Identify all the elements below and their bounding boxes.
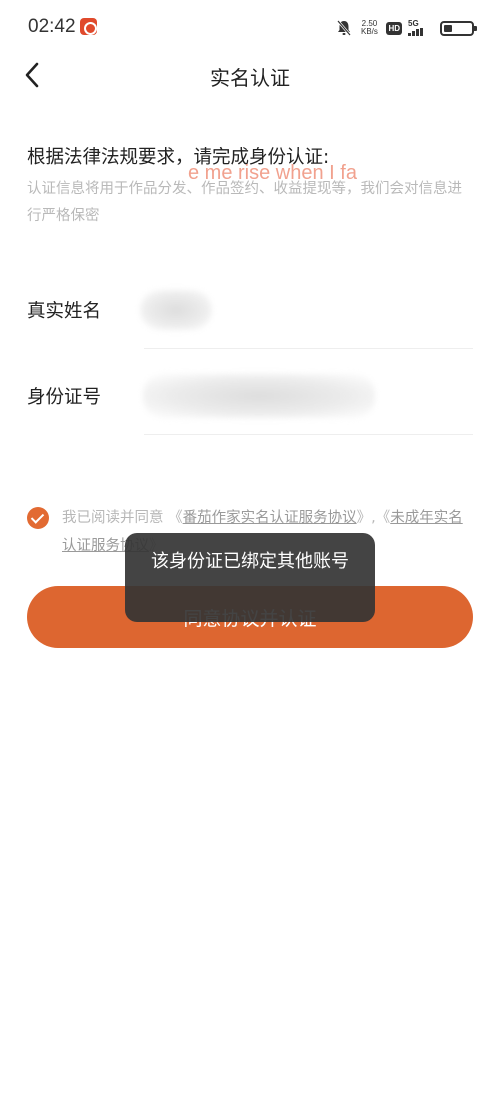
status-time: 02:42 (28, 16, 76, 37)
nav-bar: 实名认证 (0, 56, 500, 96)
network-speed: 2.50 KB/s (360, 19, 378, 36)
author-auth-agreement-link[interactable]: 番茄作家实名认证服务协议 (183, 510, 357, 526)
id-number-label: 身份证号 (27, 387, 102, 408)
toast-message: 该身份证已绑定其他账号 (125, 533, 375, 622)
id-number-input[interactable] (143, 374, 375, 418)
app-notification-icon (80, 18, 97, 35)
status-icons: 2.50 KB/s HD 5G (336, 17, 477, 39)
agreement-checkbox[interactable] (27, 507, 49, 529)
battery-icon (440, 20, 477, 36)
mute-bell-icon (336, 19, 352, 37)
hd-icon: HD (386, 21, 402, 35)
name-input[interactable] (140, 290, 212, 330)
signal-icon: 5G (408, 20, 430, 36)
status-bar: 02:42 2.50 KB/s HD 5G (0, 0, 500, 56)
watermark-text: e me rise when I fa (188, 162, 357, 184)
name-divider (144, 348, 473, 349)
page-title: 实名认证 (210, 66, 290, 90)
id-divider (144, 434, 473, 435)
name-label: 真实姓名 (27, 301, 102, 322)
